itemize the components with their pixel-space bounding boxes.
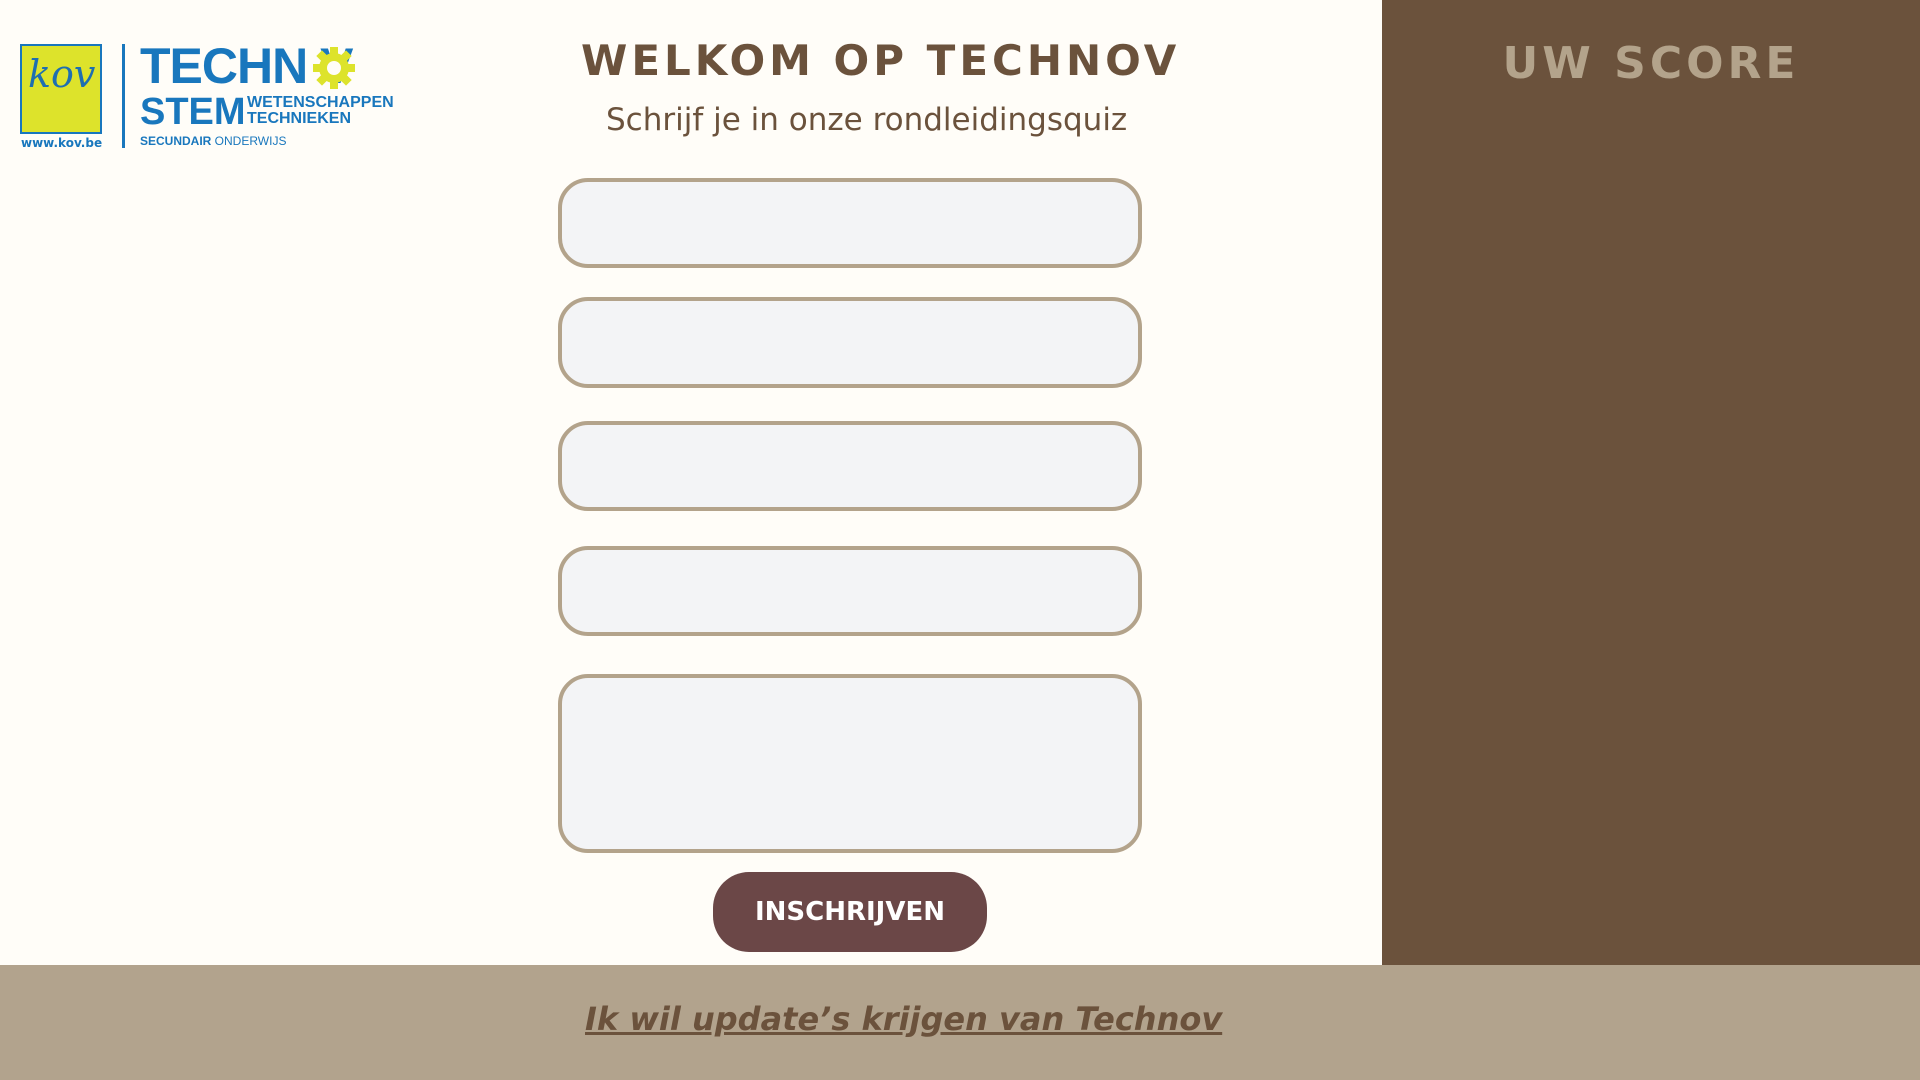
page: kov www.kov.be TECHN V STEM WETENSCHAPPE… [0, 0, 1920, 1080]
form-field-1[interactable] [558, 178, 1142, 268]
stem-wordmark: STEM [140, 91, 246, 133]
form-field-4[interactable] [558, 546, 1142, 636]
page-subtitle: Schrijf je in onze rondleidingsquiz [606, 102, 1128, 138]
form-field-3[interactable] [558, 421, 1142, 511]
gear-icon [313, 47, 355, 89]
kov-logo-text: kov [28, 52, 96, 96]
kov-url: www.kov.be [21, 136, 103, 150]
score-title: UW SCORE [1502, 38, 1800, 89]
updates-link[interactable]: Ik wil update’s krijgen van Technov [585, 1000, 1222, 1038]
logo-divider [122, 44, 125, 148]
logo-secundair: SECUNDAIR [140, 134, 212, 148]
page-title: WELKOM OP TECHNOV [581, 36, 1181, 85]
main-area: kov www.kov.be TECHN V STEM WETENSCHAPPE… [0, 0, 1382, 965]
logo-subtitle-1: WETENSCHAPPEN [247, 94, 394, 111]
logo-secondary-text: SECUNDAIR ONDERWIJS [140, 134, 286, 148]
submit-button[interactable]: INSCHRIJVEN [713, 872, 987, 952]
form-field-2[interactable] [558, 297, 1142, 388]
form-textarea[interactable] [558, 674, 1142, 853]
score-panel: UW SCORE [1382, 0, 1920, 965]
logo-onderwijs: ONDERWIJS [211, 134, 287, 148]
logo-subtitle-2: TECHNIEKEN [247, 110, 352, 127]
technov-logo: kov www.kov.be TECHN V STEM WETENSCHAPPE… [4, 24, 404, 150]
